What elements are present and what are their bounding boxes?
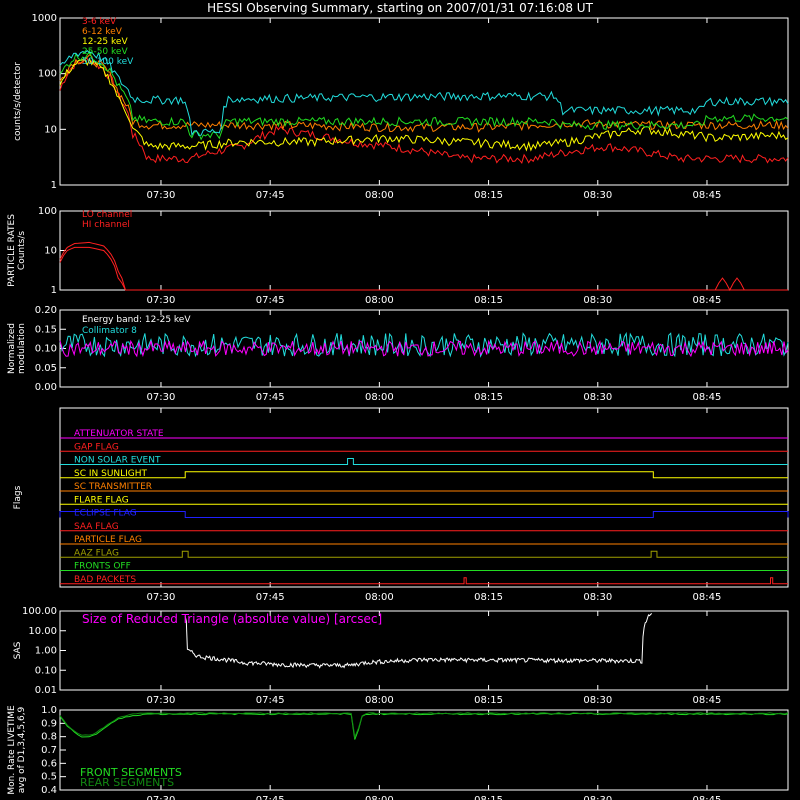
flag-label: SC IN SUNLIGHT [74, 469, 148, 479]
x-tick-label: 08:00 [365, 592, 394, 603]
flag-label: BAD PACKETS [74, 575, 136, 585]
y-tick-label: 1 [51, 180, 57, 191]
x-tick-label: 08:45 [693, 795, 722, 800]
y-tick-label: 100 [38, 206, 57, 217]
y-tick-label: 0.8 [41, 732, 57, 743]
legend-entry: 12-25 keV [82, 37, 128, 47]
sas-annotation: Size of Reduced Triangle (absolute value… [82, 612, 382, 626]
x-tick-label: 08:30 [583, 392, 612, 403]
x-tick-label: 08:45 [693, 392, 722, 403]
x-tick-label: 08:15 [474, 392, 503, 403]
x-tick-label: 08:15 [474, 795, 503, 800]
x-tick-label: 07:45 [256, 295, 285, 306]
annotation-energy-band: Energy band: 12-25 keV [82, 315, 191, 325]
flag-label: PARTICLE FLAG [74, 535, 142, 545]
flag-label: FRONTS OFF [74, 562, 131, 572]
legend-entry: 3-6 keV [82, 17, 117, 27]
x-tick-label: 08:30 [583, 695, 612, 706]
y-tick-label: 0.05 [35, 363, 57, 374]
y-tick-label: 10.00 [28, 626, 57, 637]
y-axis-label: avg of D1,3,4,5,6,9 [17, 706, 27, 793]
y-tick-label: 0.10 [35, 665, 57, 676]
x-tick-label: 08:30 [583, 592, 612, 603]
x-tick-label: 07:30 [147, 190, 176, 201]
y-tick-label: 0.15 [35, 324, 57, 335]
y-axis-label: counts/s/detector [13, 62, 23, 141]
x-tick-label: 07:30 [147, 592, 176, 603]
x-tick-label: 08:45 [693, 592, 722, 603]
y-tick-label: 1000 [32, 13, 57, 24]
y-tick-label: 0.5 [41, 772, 57, 783]
x-tick-label: 07:45 [256, 392, 285, 403]
y-tick-label: 0.9 [41, 718, 57, 729]
annotation-collimator: Collimator 8 [82, 326, 137, 336]
flag-label: SC TRANSMITTER [74, 482, 152, 492]
x-tick-label: 07:30 [147, 295, 176, 306]
x-tick-label: 07:45 [256, 695, 285, 706]
y-axis-label: PARTICLE RATES [7, 214, 17, 287]
x-tick-label: 08:00 [365, 190, 394, 201]
flag-label: ECLIPSE FLAG [74, 509, 137, 519]
legend-entry: 6-12 keV [82, 27, 123, 37]
flag-label: NON SOLAR EVENT [74, 456, 161, 466]
x-tick-label: 07:30 [147, 695, 176, 706]
x-tick-label: 08:15 [474, 592, 503, 603]
legend-entry: 25-50 keV [82, 47, 128, 57]
x-tick-label: 08:15 [474, 295, 503, 306]
y-tick-label: 0.6 [41, 758, 57, 769]
legend-entry: 50-100 keV [82, 57, 134, 67]
x-tick-label: 08:30 [583, 190, 612, 201]
x-tick-label: 07:30 [147, 392, 176, 403]
x-tick-label: 08:00 [365, 295, 394, 306]
flag-label: AAZ FLAG [74, 548, 119, 558]
x-tick-label: 08:45 [693, 695, 722, 706]
x-tick-label: 08:00 [365, 392, 394, 403]
y-tick-label: 0.7 [41, 745, 57, 756]
y-tick-label: 100 [38, 69, 57, 80]
y-tick-label: 1.0 [41, 705, 57, 716]
hessi-observing-summary-chart: HESSI Observing Summary, starting on 200… [0, 0, 800, 800]
chart-title: HESSI Observing Summary, starting on 200… [207, 1, 593, 15]
x-tick-label: 07:45 [256, 592, 285, 603]
y-tick-label: 10 [44, 246, 57, 257]
x-tick-label: 08:00 [365, 795, 394, 800]
flag-label: FLARE FLAG [74, 495, 129, 505]
legend-entry: REAR SEGMENTS [80, 776, 174, 789]
flag-label: GAP FLAG [74, 442, 119, 452]
y-axis-label: Counts/s [17, 231, 27, 270]
x-tick-label: 08:15 [474, 695, 503, 706]
y-tick-label: 0.10 [35, 344, 57, 355]
y-tick-label: 0.01 [35, 685, 57, 696]
y-tick-label: 10 [44, 124, 57, 135]
x-tick-label: 07:45 [256, 795, 285, 800]
x-tick-label: 08:15 [474, 190, 503, 201]
y-axis-label: Flags [13, 485, 23, 509]
x-tick-label: 07:45 [256, 190, 285, 201]
x-tick-label: 08:00 [365, 695, 394, 706]
x-tick-label: 08:30 [583, 295, 612, 306]
y-axis-label: Mon. Rate LIVETIME [7, 705, 17, 795]
y-tick-label: 1.00 [35, 646, 57, 657]
legend-entry: LO channel [82, 210, 132, 220]
y-tick-label: 1 [51, 285, 57, 296]
legend-entry: HI channel [82, 220, 130, 230]
x-tick-label: 07:30 [147, 795, 176, 800]
y-axis-label: modulation [17, 323, 27, 374]
flag-label: SAA FLAG [74, 522, 119, 532]
y-tick-label: 100.00 [22, 606, 57, 617]
x-tick-label: 08:45 [693, 295, 722, 306]
y-axis-label: Normalized [7, 323, 17, 374]
x-tick-label: 08:30 [583, 795, 612, 800]
y-tick-label: 0.00 [35, 382, 57, 393]
y-tick-label: 0.20 [35, 305, 57, 316]
flag-label: ATTENUATOR STATE [74, 429, 164, 439]
y-axis-label: SAS [13, 641, 23, 659]
x-tick-label: 08:45 [693, 190, 722, 201]
y-tick-label: 0.4 [41, 785, 57, 796]
